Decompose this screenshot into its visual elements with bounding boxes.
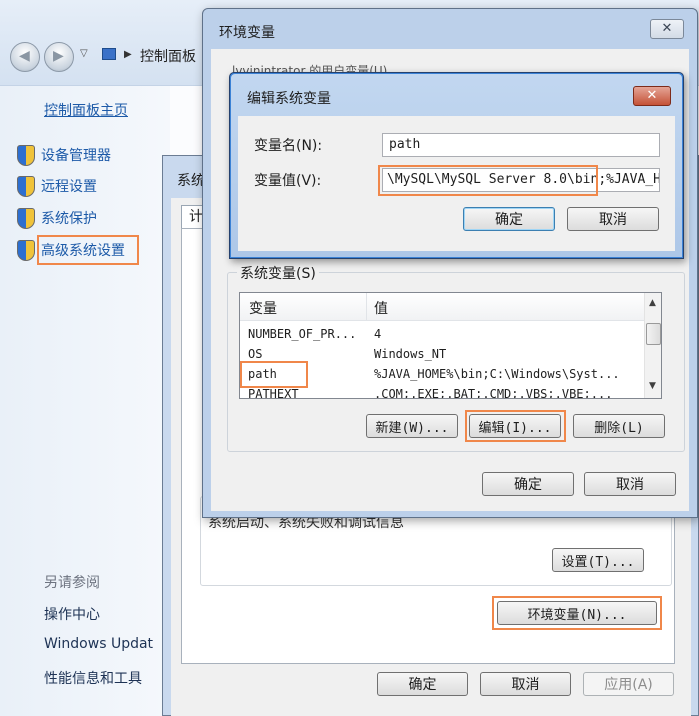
breadcrumb[interactable]: 控制面板	[140, 46, 196, 66]
scroll-up-icon[interactable]: ▲	[649, 298, 656, 308]
sidebar-item-device-manager[interactable]: 设备管理器	[16, 144, 111, 166]
cancel-button[interactable]: 取消	[480, 672, 571, 696]
ok-button[interactable]: 确定	[482, 472, 574, 496]
ok-button[interactable]: 确定	[463, 207, 555, 231]
highlight-box	[378, 165, 598, 196]
scroll-down-icon[interactable]: ▼	[649, 381, 656, 391]
sidebar-item-label: 设备管理器	[41, 148, 111, 164]
highlight-box	[465, 410, 566, 442]
vertical-scrollbar[interactable]: ▲ ▼	[644, 293, 661, 398]
variable-value-cell: 4	[374, 327, 382, 341]
column-divider	[366, 293, 367, 321]
variable-value-cell: %JAVA_HOME%\bin;C:\Windows\Syst...	[374, 367, 620, 381]
list-header: 变量 值	[240, 293, 644, 321]
highlight-box	[37, 235, 139, 265]
control-panel-icon	[102, 48, 116, 60]
shield-icon	[16, 208, 35, 229]
variable-name-cell: PATHEXT	[248, 387, 299, 399]
new-variable-button[interactable]: 新建(W)...	[366, 414, 458, 438]
sidebar-link-windows-update[interactable]: Windows Updat	[44, 636, 153, 652]
recent-pages-dropdown-icon[interactable]: ▽	[80, 48, 88, 59]
see-also-heading: 另请参阅	[44, 575, 100, 591]
breadcrumb-separator-icon[interactable]: ▶	[124, 49, 132, 60]
highlight-box	[492, 596, 662, 630]
sidebar-item-remote-settings[interactable]: 远程设置	[16, 175, 97, 197]
variable-value-cell: Windows_NT	[374, 347, 447, 361]
variable-value-cell: .COM;.EXE;.BAT;.CMD;.VBS;.VBE;...	[374, 387, 613, 399]
variable-name-field[interactable]: path	[382, 133, 660, 157]
sidebar-item-system-protection[interactable]: 系统保护	[16, 207, 97, 229]
variable-name-cell: OS	[248, 347, 263, 361]
back-button[interactable]: ◀	[10, 42, 40, 72]
back-arrow-icon: ◀	[19, 48, 30, 64]
forward-button[interactable]: ▶	[44, 42, 74, 72]
variable-name-label: 变量名(N):	[254, 138, 323, 154]
shield-icon	[16, 240, 35, 261]
sidebar-item-label: 远程设置	[41, 179, 97, 195]
system-variables-label: 系统变量(S)	[237, 263, 319, 283]
column-header-value[interactable]: 值	[374, 298, 388, 318]
highlight-box	[240, 361, 308, 388]
shield-icon	[16, 145, 35, 166]
sidebar-link-performance[interactable]: 性能信息和工具	[44, 668, 142, 688]
close-icon[interactable]: ✕	[650, 19, 684, 39]
table-row[interactable]: NUMBER_OF_PR... 4	[240, 324, 644, 344]
shield-icon	[16, 176, 35, 197]
column-header-variable[interactable]: 变量	[249, 298, 277, 318]
forward-arrow-icon: ▶	[53, 48, 64, 64]
apply-button[interactable]: 应用(A)	[583, 672, 674, 696]
sidebar-link-action-center[interactable]: 操作中心	[44, 604, 100, 624]
close-icon[interactable]: ✕	[633, 86, 671, 106]
environment-variables-title: 环境变量	[219, 25, 275, 41]
cancel-button[interactable]: 取消	[567, 207, 659, 231]
delete-variable-button[interactable]: 删除(L)	[573, 414, 665, 438]
variable-name-cell: NUMBER_OF_PR...	[248, 327, 357, 341]
control-panel-home-link[interactable]: 控制面板主页	[44, 100, 128, 120]
sidebar-item-label: 系统保护	[41, 211, 97, 227]
cancel-button[interactable]: 取消	[584, 472, 676, 496]
system-properties-title: 系统	[177, 173, 205, 189]
ok-button[interactable]: 确定	[377, 672, 468, 696]
scroll-thumb[interactable]	[646, 323, 661, 345]
startup-settings-button[interactable]: 设置(T)...	[552, 548, 644, 572]
dialog-title: 编辑系统变量	[247, 91, 331, 107]
variable-value-label: 变量值(V):	[254, 173, 322, 189]
